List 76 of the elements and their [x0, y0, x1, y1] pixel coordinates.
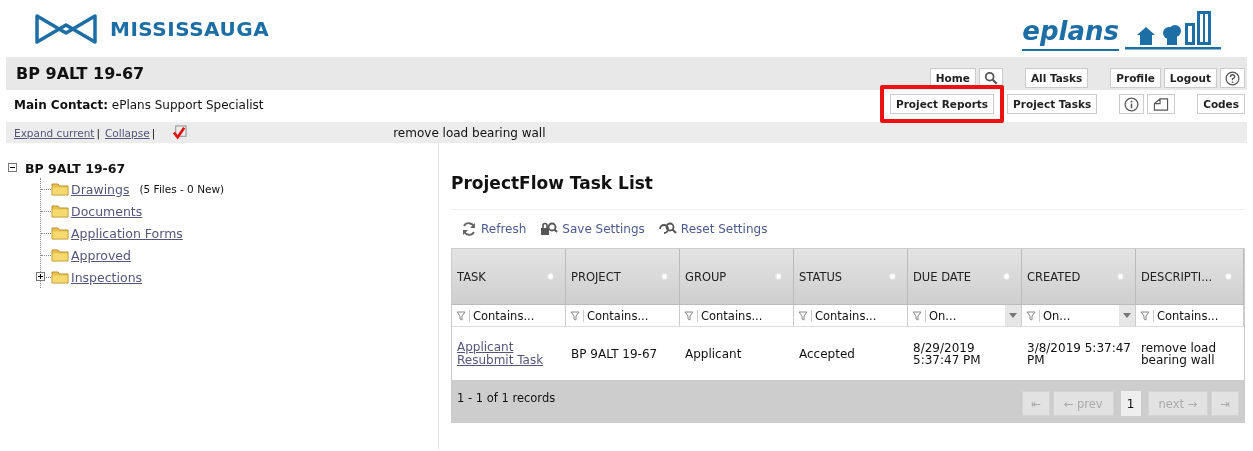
product-logo-text: eplans	[1022, 12, 1119, 51]
search-button[interactable]	[978, 68, 1003, 88]
filter-icon	[912, 310, 922, 321]
tree-toggle[interactable]	[8, 161, 17, 175]
toolbar-button[interactable]: All Tasks	[1024, 68, 1089, 88]
toolbar-button[interactable]: Project Reports	[890, 94, 995, 114]
column-header[interactable]: CREATED	[1022, 249, 1136, 304]
folder-link[interactable]: Drawings	[71, 181, 130, 197]
caret-icon	[1123, 313, 1131, 318]
help-icon	[1225, 70, 1240, 86]
folder-icon	[51, 226, 69, 240]
refresh-icon	[461, 221, 477, 237]
table-cell-text: 8/29/2019 5:37:47 PM	[913, 341, 982, 366]
filter-icon	[570, 310, 580, 321]
folder-link[interactable]: Approved	[71, 247, 131, 263]
tree-link[interactable]: Collapse	[105, 126, 150, 139]
column-header[interactable]: DESCRIPTI...	[1136, 249, 1244, 304]
save-action[interactable]: Save Settings	[540, 221, 645, 237]
folder-icon	[51, 182, 69, 196]
column-header[interactable]: TASK	[452, 249, 566, 304]
caret-icon	[1009, 313, 1017, 318]
table-cell: Accepted	[799, 346, 855, 361]
folder-icon	[51, 270, 69, 284]
note-icon	[1152, 96, 1171, 112]
tree-toggle[interactable]	[36, 272, 45, 281]
column-header[interactable]: PROJECT	[566, 249, 680, 304]
task-list-title: ProjectFlow Task List	[451, 173, 654, 195]
dropdown-button[interactable]	[1005, 305, 1021, 326]
table-cell: 3/8/2019 5:37:47 PM	[1027, 341, 1131, 366]
info-icon	[1124, 96, 1140, 112]
help-button[interactable]	[1220, 68, 1245, 88]
checkmark-icon	[172, 125, 188, 140]
info-button[interactable]	[1119, 94, 1145, 114]
link-separator: |	[151, 126, 156, 139]
plus-box-icon	[36, 272, 45, 281]
folder-icon	[51, 248, 69, 262]
column-header[interactable]: STATUS	[794, 249, 908, 304]
folder-link[interactable]: Inspections	[71, 269, 143, 285]
dropdown-button[interactable]	[1119, 305, 1135, 326]
note-button[interactable]	[1147, 94, 1176, 114]
filter-icon	[1026, 310, 1036, 321]
lock-magnifier-icon	[540, 221, 559, 237]
project-title: BP 9ALT 19-67	[16, 64, 145, 83]
minus-box-icon	[8, 163, 17, 172]
tree-root[interactable]: BP 9ALT 19-67	[25, 160, 126, 176]
toolbar-button[interactable]: Project Tasks	[1007, 94, 1098, 114]
bowtie-logo-icon	[34, 12, 98, 45]
page-number[interactable]: 1	[1120, 391, 1141, 416]
column-header[interactable]: DUE DATE	[908, 249, 1022, 304]
reset-magnifier-icon	[658, 221, 677, 237]
folder-link[interactable]: Application Forms	[71, 225, 183, 241]
toolbar-button[interactable]: Home	[929, 68, 976, 88]
folder-icon	[51, 204, 69, 218]
project-description: remove load bearing wall	[393, 125, 546, 140]
task-link[interactable]: Applicant Resubmit Task	[457, 340, 561, 367]
filter-icon	[798, 310, 808, 321]
reset-action[interactable]: Reset Settings	[658, 221, 768, 237]
main-contact: Main Contact: ePlans Support Specialist	[14, 98, 264, 112]
tree-link[interactable]: Expand current	[14, 126, 95, 139]
toolbar-button[interactable]: Codes	[1197, 94, 1245, 114]
table-cell: BP 9ALT 19-67	[571, 346, 658, 361]
city-logo-text: MISSISSAUGA	[110, 16, 270, 41]
link-separator: |	[96, 126, 101, 139]
folder-link[interactable]: Documents	[71, 203, 143, 219]
filter-icon	[684, 310, 694, 321]
file-count: (5 Files - 0 New)	[139, 183, 225, 195]
table-cell: Applicant	[685, 346, 742, 361]
filter-icon	[1140, 310, 1150, 321]
filter-icon	[456, 310, 466, 321]
toolbar-button[interactable]: Profile	[1110, 68, 1161, 88]
refresh-action[interactable]: Refresh	[461, 221, 527, 237]
record-count: 1 - 1 of 1 records	[457, 391, 556, 405]
column-header[interactable]: GROUP	[680, 249, 794, 304]
search-icon	[983, 71, 998, 85]
toolbar-button[interactable]: Logout	[1163, 68, 1217, 88]
table-cell-text: remove load bearing wall	[1141, 341, 1218, 366]
